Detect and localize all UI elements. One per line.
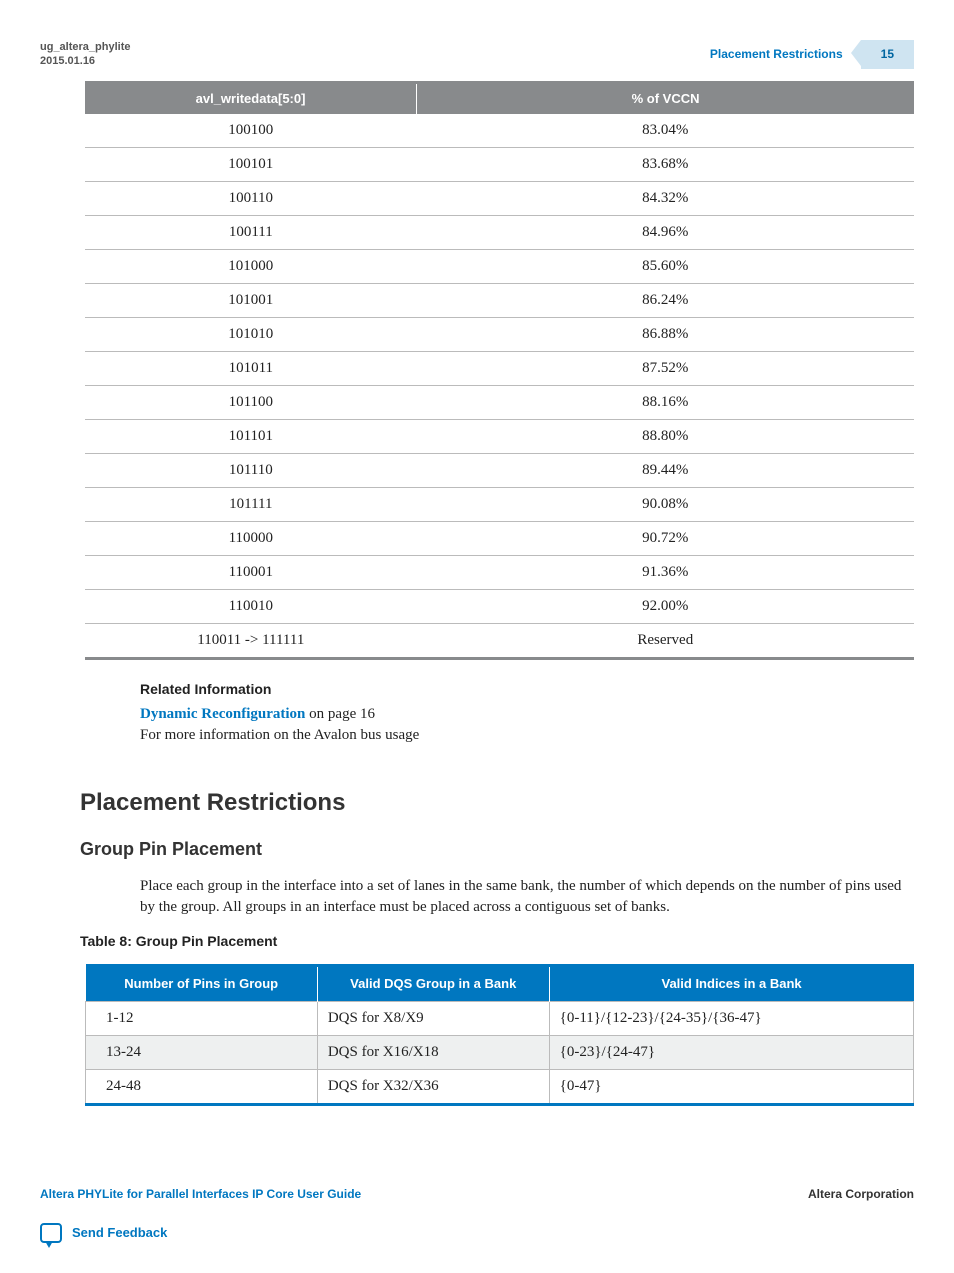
table-cell: 84.32%: [417, 181, 914, 215]
table-cell: 101011: [85, 351, 417, 385]
body-paragraph: Place each group in the interface into a…: [140, 876, 914, 918]
table-cell: 13-24: [86, 1036, 318, 1070]
page-footer: Altera PHYLite for Parallel Interfaces I…: [40, 1186, 914, 1203]
table-cell: DQS for X8/X9: [317, 1002, 549, 1036]
table-cell: 101100: [85, 385, 417, 419]
section-heading-placement-restrictions: Placement Restrictions: [80, 786, 914, 820]
link-tail: on page 16: [305, 706, 375, 722]
table-row: 10011184.96%: [85, 215, 914, 249]
send-feedback-label: Send Feedback: [72, 1224, 167, 1242]
doc-date: 2015.01.16: [40, 54, 130, 68]
table-cell: {0-23}/{24-47}: [549, 1036, 913, 1070]
table-row: 10011084.32%: [85, 181, 914, 215]
vccn-table: avl_writedata[5:0] % of VCCN 10010083.04…: [85, 81, 914, 660]
table-cell: 83.68%: [417, 147, 914, 181]
table-cell: 89.44%: [417, 453, 914, 487]
col-header: Valid DQS Group in a Bank: [317, 965, 549, 1001]
table-cell: 100101: [85, 147, 417, 181]
table-cell: 92.00%: [417, 589, 914, 623]
table-row: 10101187.52%: [85, 351, 914, 385]
table-cell: 110000: [85, 521, 417, 555]
table-cell: 86.88%: [417, 317, 914, 351]
table-cell: 101010: [85, 317, 417, 351]
table-row: 10010183.68%: [85, 147, 914, 181]
table-cell: Reserved: [417, 623, 914, 658]
table-cell: 100100: [85, 114, 417, 148]
table-row: 110011 -> 111111Reserved: [85, 623, 914, 658]
group-pin-placement-table: Number of Pins in Group Valid DQS Group …: [85, 964, 914, 1106]
table-cell: 100110: [85, 181, 417, 215]
related-heading: Related Information: [140, 680, 914, 700]
related-desc: For more information on the Avalon bus u…: [140, 725, 914, 746]
table-row: 11000090.72%: [85, 521, 914, 555]
table-row: 10110088.16%: [85, 385, 914, 419]
subsection-heading-group-pin-placement: Group Pin Placement: [80, 837, 914, 862]
table-row: 10010083.04%: [85, 114, 914, 148]
page-number: 15: [861, 40, 914, 69]
link-dynamic-reconfiguration[interactable]: Dynamic Reconfiguration: [140, 706, 305, 722]
table-cell: 110010: [85, 589, 417, 623]
send-feedback-link[interactable]: Send Feedback: [40, 1223, 914, 1243]
table-cell: 101101: [85, 419, 417, 453]
doc-meta: ug_altera_phylite 2015.01.16: [40, 40, 130, 69]
table-cell: 101110: [85, 453, 417, 487]
table-cell: 101000: [85, 249, 417, 283]
table-cell: 110011 -> 111111: [85, 623, 417, 658]
table-cell: 101001: [85, 283, 417, 317]
table-row: 10111190.08%: [85, 487, 914, 521]
header-topic: Placement Restrictions: [710, 46, 843, 63]
table-row: 10111089.44%: [85, 453, 914, 487]
table-row: 1-12DQS for X8/X9{0-11}/{12-23}/{24-35}/…: [86, 1002, 914, 1036]
table-cell: 83.04%: [417, 114, 914, 148]
table-cell: 86.24%: [417, 283, 914, 317]
header-right: Placement Restrictions 15: [710, 40, 914, 69]
table-cell: DQS for X32/X36: [317, 1070, 549, 1105]
footer-guide-title[interactable]: Altera PHYLite for Parallel Interfaces I…: [40, 1186, 361, 1203]
doc-id: ug_altera_phylite: [40, 40, 130, 54]
table-row: 10110188.80%: [85, 419, 914, 453]
related-link-row: Dynamic Reconfiguration on page 16: [140, 704, 914, 725]
table-cell: 100111: [85, 215, 417, 249]
table-cell: 90.08%: [417, 487, 914, 521]
related-information: Related Information Dynamic Reconfigurat…: [140, 680, 914, 746]
table-row: 11001092.00%: [85, 589, 914, 623]
table-cell: 88.16%: [417, 385, 914, 419]
table-caption: Table 8: Group Pin Placement: [80, 932, 914, 952]
table-cell: 24-48: [86, 1070, 318, 1105]
table-row: 10100186.24%: [85, 283, 914, 317]
table-cell: 90.72%: [417, 521, 914, 555]
table-cell: 88.80%: [417, 419, 914, 453]
table-cell: 87.52%: [417, 351, 914, 385]
table-row: 11000191.36%: [85, 555, 914, 589]
comment-icon: [40, 1223, 62, 1243]
table-cell: 84.96%: [417, 215, 914, 249]
table-cell: {0-47}: [549, 1070, 913, 1105]
table-header-row: Number of Pins in Group Valid DQS Group …: [86, 965, 914, 1001]
page-header: ug_altera_phylite 2015.01.16 Placement R…: [40, 40, 914, 69]
col-header: % of VCCN: [417, 82, 914, 114]
table-row: 10101086.88%: [85, 317, 914, 351]
table-cell: 85.60%: [417, 249, 914, 283]
table-row: 10100085.60%: [85, 249, 914, 283]
col-header: Number of Pins in Group: [86, 965, 318, 1001]
col-header: Valid Indices in a Bank: [549, 965, 913, 1001]
table-row: 13-24DQS for X16/X18{0-23}/{24-47}: [86, 1036, 914, 1070]
col-header: avl_writedata[5:0]: [85, 82, 417, 114]
table-cell: 1-12: [86, 1002, 318, 1036]
table-cell: 110001: [85, 555, 417, 589]
table-cell: {0-11}/{12-23}/{24-35}/{36-47}: [549, 1002, 913, 1036]
table-header-row: avl_writedata[5:0] % of VCCN: [85, 82, 914, 114]
table-cell: DQS for X16/X18: [317, 1036, 549, 1070]
table-cell: 91.36%: [417, 555, 914, 589]
table-row: 24-48DQS for X32/X36{0-47}: [86, 1070, 914, 1105]
footer-corp: Altera Corporation: [808, 1186, 914, 1203]
table-cell: 101111: [85, 487, 417, 521]
